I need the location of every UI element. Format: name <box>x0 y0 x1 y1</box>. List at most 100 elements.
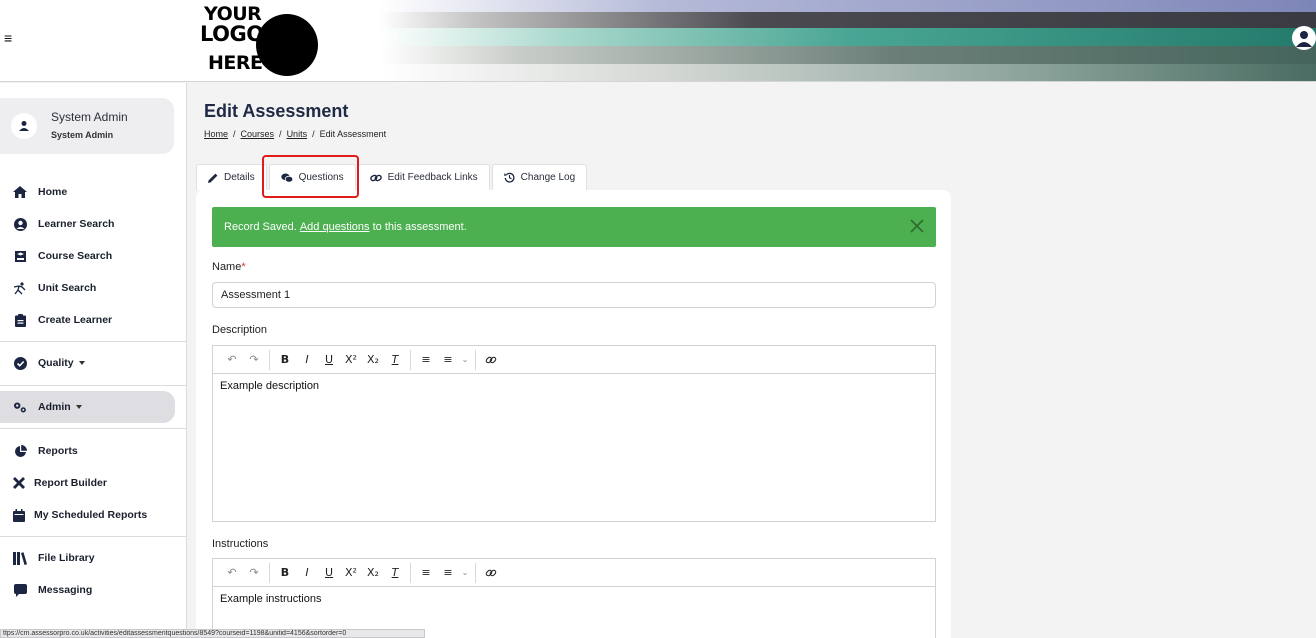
sidebar-item-label: File Library <box>38 552 95 564</box>
profile-name: System Admin <box>51 110 128 124</box>
highlight-box <box>262 155 359 198</box>
instructions-content[interactable]: Example instructions <box>213 587 935 611</box>
bullet-list-icon[interactable]: ≡ <box>415 349 437 371</box>
tab-bar: Details Questions Edit Feedback Links Ch… <box>196 164 589 190</box>
bullet-list-icon[interactable]: ≡ <box>415 562 437 584</box>
sidebar-item-label: My Scheduled Reports <box>34 509 148 521</box>
page-title: Edit Assessment <box>204 101 349 121</box>
user-profile-card[interactable]: System Admin System Admin <box>0 98 174 154</box>
toolbar-separator <box>475 349 476 370</box>
breadcrumb-courses[interactable]: Courses <box>241 129 275 139</box>
link-icon[interactable] <box>480 562 502 584</box>
description-label: Description <box>212 324 268 336</box>
instructions-editor: ↶ ↷ B I U X² X₂ T ≡ ≡ ⌄ Example instruct… <box>212 558 936 638</box>
sidebar-divider <box>0 385 187 386</box>
italic-icon[interactable]: I <box>296 562 318 584</box>
user-circle-icon <box>13 217 27 231</box>
chevron-down-icon[interactable]: ⌄ <box>459 562 471 584</box>
required-marker: * <box>241 261 246 273</box>
profile-role: System Admin <box>51 130 114 140</box>
sidebar-item-admin[interactable]: Admin <box>0 391 175 423</box>
underline-icon[interactable]: U <box>318 349 340 371</box>
sidebar-item-label: Admin <box>38 401 71 413</box>
sidebar-item-unit-search[interactable]: Unit Search <box>0 272 187 304</box>
sidebar-item-quality[interactable]: Quality <box>0 347 187 379</box>
logo-line-3: HERE <box>208 52 263 74</box>
instructions-label: Instructions <box>212 538 269 550</box>
chevron-down-icon <box>78 361 85 365</box>
sidebar-item-course-search[interactable]: Course Search <box>0 240 187 272</box>
sidebar-item-file-library[interactable]: File Library <box>0 542 187 574</box>
sidebar-item-home[interactable]: Home <box>0 176 187 208</box>
redo-icon[interactable]: ↷ <box>243 349 265 371</box>
check-circle-icon <box>13 356 27 370</box>
books-icon <box>13 551 27 565</box>
numbered-list-icon[interactable]: ≡ <box>437 349 459 371</box>
sidebar-item-messaging[interactable]: Messaging <box>0 574 187 606</box>
name-field[interactable]: Assessment 1 <box>212 282 936 308</box>
sidebar-item-label: Create Learner <box>38 314 113 326</box>
toolbar-separator <box>475 562 476 583</box>
clear-format-icon[interactable]: T <box>384 349 406 371</box>
user-circle-icon[interactable] <box>1292 26 1316 50</box>
avatar <box>11 113 37 139</box>
name-label-text: Name <box>212 261 242 273</box>
link-icon[interactable] <box>480 349 502 371</box>
add-questions-link[interactable]: Add questions <box>300 221 370 233</box>
cogs-icon <box>13 400 27 414</box>
sidebar-item-label: Quality <box>38 357 74 369</box>
sidebar-item-learner-search[interactable]: Learner Search <box>0 208 187 240</box>
sidebar-item-label: Course Search <box>38 250 113 262</box>
tab-edit-feedback-links[interactable]: Edit Feedback Links <box>357 164 490 190</box>
graduation-icon <box>13 249 27 263</box>
breadcrumb: Home / Courses / Units / Edit Assessment <box>204 129 387 139</box>
superscript-icon[interactable]: X² <box>340 349 362 371</box>
sidebar-item-label: Home <box>38 186 68 198</box>
sidebar-item-my-scheduled-reports[interactable]: My Scheduled Reports <box>0 499 187 531</box>
tools-icon <box>12 476 26 490</box>
top-header: ≡ YOUR LOGO HERE <box>0 0 1316 82</box>
numbered-list-icon[interactable]: ≡ <box>437 562 459 584</box>
breadcrumb-units[interactable]: Units <box>287 129 308 139</box>
sidebar-item-reports[interactable]: Reports <box>0 435 187 467</box>
toolbar-separator <box>269 349 270 370</box>
editor-toolbar: ↶ ↷ B I U X² X₂ T ≡ ≡ ⌄ <box>213 346 935 374</box>
alert-prefix: Record Saved. <box>224 221 300 233</box>
clipboard-icon <box>13 313 27 327</box>
alert-suffix: to this assessment. <box>369 221 467 233</box>
underline-icon[interactable]: U <box>318 562 340 584</box>
bold-icon[interactable]: B <box>274 562 296 584</box>
subscript-icon[interactable]: X₂ <box>362 562 384 584</box>
tab-label: Change Log <box>520 172 576 183</box>
undo-icon[interactable]: ↶ <box>221 562 243 584</box>
breadcrumb-home[interactable]: Home <box>204 129 228 139</box>
redo-icon[interactable]: ↷ <box>243 562 265 584</box>
italic-icon[interactable]: I <box>296 349 318 371</box>
logo-line-2: LOGO <box>200 22 264 46</box>
logo-circle <box>256 14 318 76</box>
sidebar-item-create-learner[interactable]: Create Learner <box>0 304 187 336</box>
history-icon <box>503 172 515 183</box>
logo[interactable]: YOUR LOGO HERE <box>200 4 320 78</box>
header-banner <box>380 0 1316 81</box>
sidebar-item-report-builder[interactable]: Report Builder <box>0 467 187 499</box>
clear-format-icon[interactable]: T <box>384 562 406 584</box>
hamburger-icon[interactable]: ≡ <box>4 30 12 46</box>
unit-icon <box>13 281 27 295</box>
description-editor: ↶ ↷ B I U X² X₂ T ≡ ≡ ⌄ Example descript… <box>212 345 936 522</box>
chevron-down-icon <box>75 405 82 409</box>
subscript-icon[interactable]: X₂ <box>362 349 384 371</box>
description-content[interactable]: Example description <box>213 374 935 398</box>
name-label: Name* <box>212 261 246 273</box>
tab-label: Details <box>224 172 255 183</box>
superscript-icon[interactable]: X² <box>340 562 362 584</box>
tab-details[interactable]: Details <box>196 164 267 190</box>
bold-icon[interactable]: B <box>274 349 296 371</box>
tab-change-log[interactable]: Change Log <box>491 164 588 190</box>
home-icon <box>13 185 27 199</box>
close-icon[interactable] <box>910 219 924 233</box>
chevron-down-icon[interactable]: ⌄ <box>459 349 471 371</box>
undo-icon[interactable]: ↶ <box>221 349 243 371</box>
pie-chart-icon <box>13 444 27 458</box>
editor-toolbar: ↶ ↷ B I U X² X₂ T ≡ ≡ ⌄ <box>213 559 935 587</box>
